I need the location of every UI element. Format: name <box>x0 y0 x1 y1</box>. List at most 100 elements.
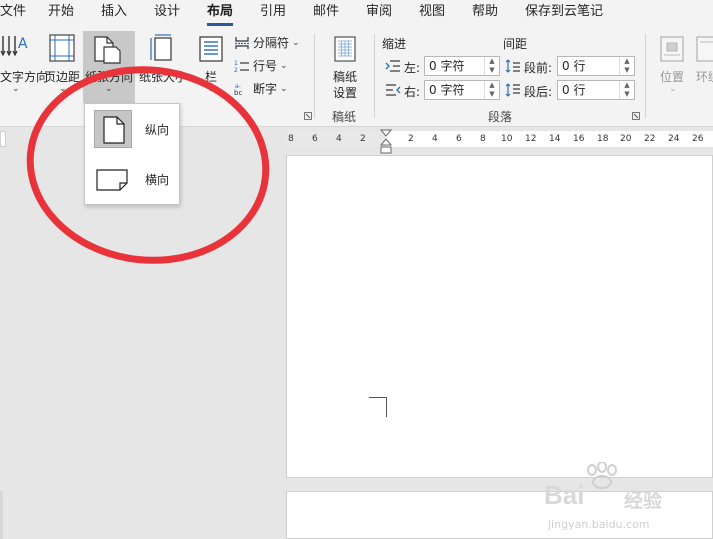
ruler-tick: 10 <box>501 134 513 144</box>
columns-button[interactable]: 栏 ⌄ <box>193 28 229 103</box>
svg-text:bc: bc <box>234 89 242 96</box>
watermark-brand-cn: 经验 <box>624 490 663 512</box>
chevron-down-icon: ⌄ <box>669 84 677 94</box>
spacing-after-input[interactable]: 0 行 ▲ ▼ <box>557 80 635 100</box>
spacing-before-icon <box>505 59 520 73</box>
landscape-icon-box <box>94 160 132 198</box>
line-numbers-icon: 1 2 <box>234 60 249 73</box>
spacing-before-spinner[interactable]: ▲ ▼ <box>619 57 634 75</box>
tab-file[interactable]: 文件 <box>0 0 26 28</box>
watermark-url: jingyan.baidu.com <box>548 518 650 531</box>
spacing-after-value: 0 行 <box>562 83 586 97</box>
ruler-tick: 20 <box>620 134 632 144</box>
landscape-label: 横向 <box>145 173 170 187</box>
breaks-button[interactable]: 分隔符 ⌄ <box>234 34 300 51</box>
ruler-tick: 16 <box>573 134 585 144</box>
hyphenation-button[interactable]: a- bc 断字 ⌄ <box>234 80 288 97</box>
wrap-text-button[interactable]: 环绕 <box>692 28 713 103</box>
spin-up-icon[interactable]: ▲ <box>485 81 499 90</box>
tab-design[interactable]: 设计 <box>154 0 180 28</box>
manuscript-group-name: 稿纸 <box>332 110 357 124</box>
tab-review[interactable]: 审阅 <box>366 0 392 28</box>
spacing-after-spinner[interactable]: ▲ ▼ <box>619 81 634 99</box>
paper-size-icon <box>150 34 172 61</box>
indent-right-spinner[interactable]: ▲ ▼ <box>484 81 499 99</box>
vertical-ruler-stub <box>0 491 3 539</box>
orientation-icon <box>94 36 121 64</box>
spin-down-icon[interactable]: ▼ <box>485 66 499 75</box>
spin-down-icon[interactable]: ▼ <box>620 66 634 75</box>
chevron-down-icon: ⌄ <box>292 37 300 48</box>
spin-down-icon[interactable]: ▼ <box>485 90 499 99</box>
ruler-tick: 24 <box>668 134 680 144</box>
tab-save-to-cloud-notes[interactable]: 保存到云笔记 <box>525 0 603 28</box>
spin-up-icon[interactable]: ▲ <box>485 57 499 66</box>
manuscript-icon <box>334 36 356 62</box>
wrap-text-label: 环绕 <box>696 70 713 84</box>
spacing-after-label: 段后: <box>524 85 553 99</box>
tab-references[interactable]: 引用 <box>260 0 286 28</box>
spacing-before-value: 0 行 <box>562 59 586 73</box>
indent-left-label: 左: <box>404 61 421 75</box>
spin-up-icon[interactable]: ▲ <box>620 81 634 90</box>
spacing-before-input[interactable]: 0 行 ▲ ▼ <box>557 56 635 76</box>
paw-logo-icon <box>587 462 617 489</box>
ruler-tick: 4 <box>336 134 342 144</box>
indent-right-input[interactable]: 0 字符 ▲ ▼ <box>424 80 500 100</box>
spin-up-icon[interactable]: ▲ <box>620 57 634 66</box>
breaks-icon <box>235 36 249 49</box>
indent-right-icon <box>386 84 401 96</box>
indent-left-spinner[interactable]: ▲ ▼ <box>484 57 499 75</box>
position-button[interactable]: 位置 ⌄ <box>655 28 691 103</box>
spin-down-icon[interactable]: ▼ <box>620 90 634 99</box>
group-separator <box>374 34 375 118</box>
vertical-ruler-stub <box>0 131 6 147</box>
ruler-tick: 2 <box>408 134 414 144</box>
chevron-down-icon: ⌄ <box>59 84 67 94</box>
text-direction-button[interactable]: A 文字方向 ⌄ <box>0 28 48 103</box>
position-label: 位置 <box>660 70 685 84</box>
text-boundary-corner-icon <box>369 397 387 417</box>
spacing-before-label: 段前: <box>524 61 553 75</box>
orientation-landscape-option[interactable]: 横向 <box>89 158 175 200</box>
indent-marker-icon[interactable] <box>380 129 392 155</box>
ruler-tick: 6 <box>456 134 462 144</box>
chevron-down-icon: ⌄ <box>280 83 288 94</box>
indent-right-value: 0 字符 <box>429 83 465 97</box>
text-direction-label: 文字方向 <box>0 70 49 84</box>
indent-left-input[interactable]: 0 字符 ▲ ▼ <box>424 56 500 76</box>
chevron-down-icon: ⌄ <box>105 84 113 94</box>
page-setup-launcher-icon[interactable] <box>304 112 312 120</box>
paragraph-launcher-icon[interactable] <box>632 112 640 120</box>
orientation-button[interactable]: 纸张方向 ⌄ <box>83 31 135 103</box>
tab-mailings[interactable]: 邮件 <box>313 0 339 28</box>
svg-text:2: 2 <box>234 67 238 73</box>
hyphenation-icon: a- bc <box>234 83 242 96</box>
tab-help[interactable]: 帮助 <box>472 0 498 28</box>
chevron-down-icon: ⌄ <box>280 60 288 71</box>
document-page[interactable] <box>286 155 713 478</box>
manuscript-settings-button[interactable]: 稿纸 设置 <box>320 28 370 103</box>
margins-icon <box>49 34 75 62</box>
spacing-after-icon <box>505 83 520 97</box>
paragraph-group-name: 段落 <box>488 110 513 124</box>
tab-view[interactable]: 视图 <box>419 0 445 28</box>
tab-insert[interactable]: 插入 <box>101 0 127 28</box>
size-button[interactable]: 纸张大小 <box>137 28 191 103</box>
spacing-heading: 间距 <box>503 37 528 51</box>
svg-text:A: A <box>18 36 28 52</box>
menu-tab-bar: 文件 开始 插入 设计 布局 引用 邮件 审阅 视图 帮助 保存到云笔记 <box>0 0 713 28</box>
wrap-text-icon <box>696 36 713 62</box>
svg-text:1: 1 <box>234 60 238 67</box>
ruler-tick: 14 <box>549 134 561 144</box>
text-direction-icon: A <box>0 36 28 57</box>
line-numbers-button[interactable]: 1 2 行号 ⌄ <box>234 57 288 74</box>
tab-layout[interactable]: 布局 <box>207 0 234 28</box>
margins-button[interactable]: 页边距 ⌄ <box>42 28 82 103</box>
ruler-tick: 4 <box>432 134 438 144</box>
group-separator <box>314 34 315 118</box>
portrait-label: 纵向 <box>145 123 170 137</box>
orientation-portrait-option[interactable]: 纵向 <box>89 108 175 150</box>
portrait-icon-box <box>94 110 132 148</box>
tab-home[interactable]: 开始 <box>48 0 74 28</box>
